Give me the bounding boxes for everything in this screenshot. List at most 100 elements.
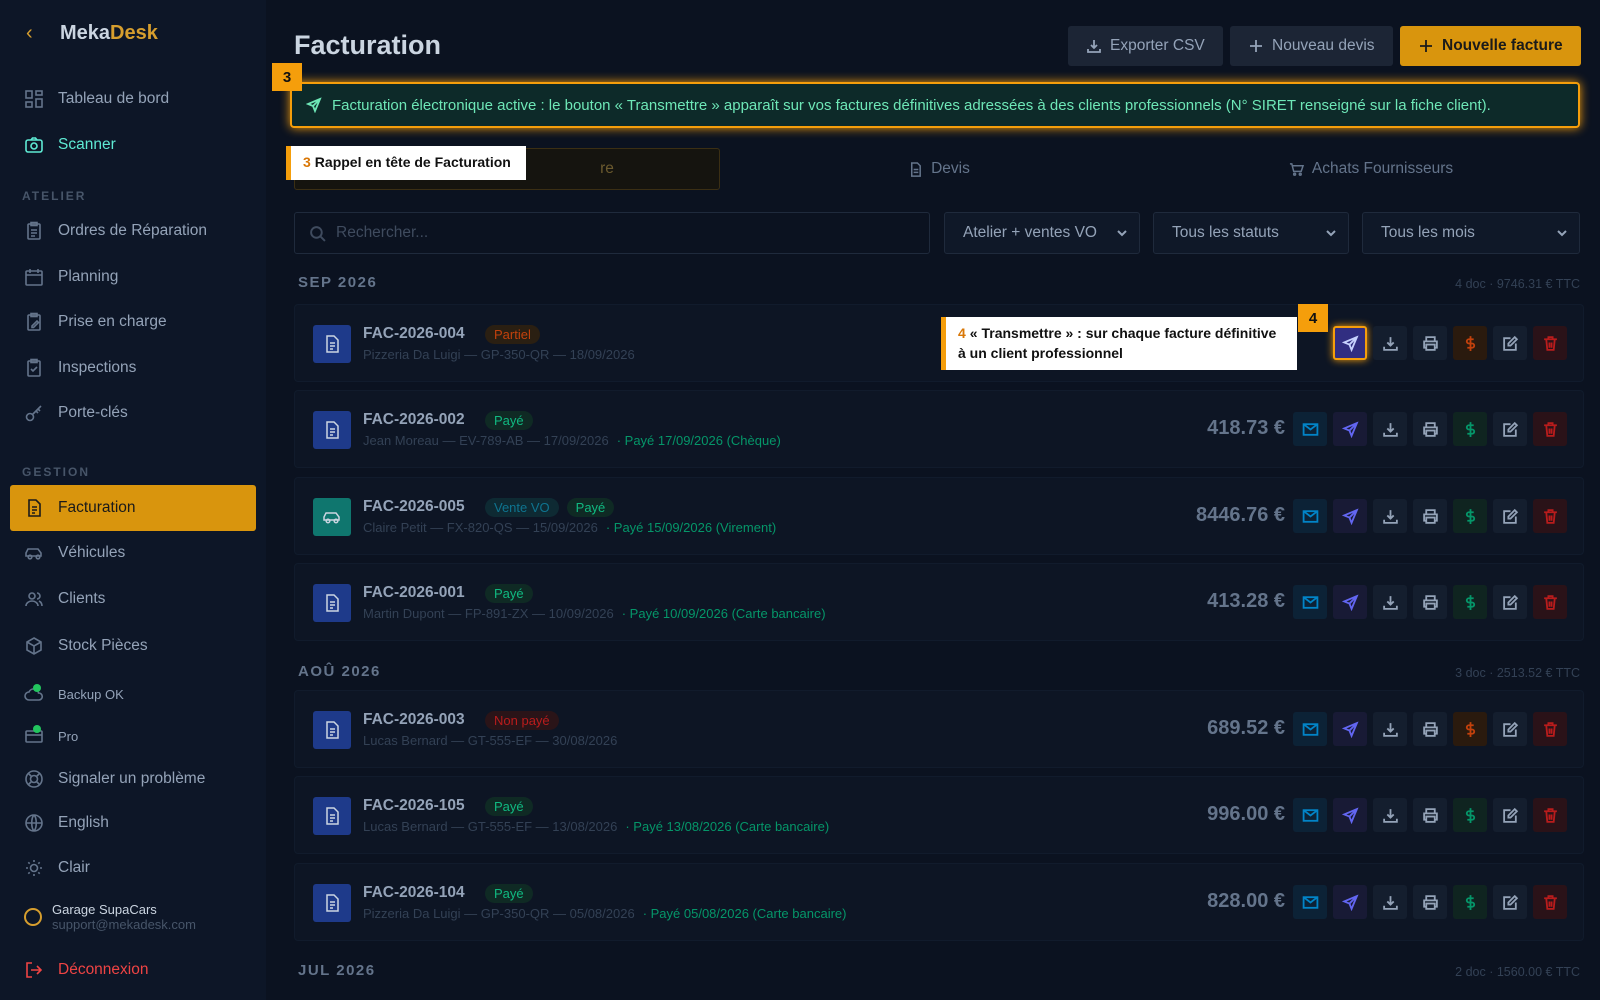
invoice-row[interactable]: FAC-2026-104 Payé Pizzeria Da Luigi — GP… [294, 863, 1584, 941]
email-button[interactable] [1293, 412, 1327, 446]
payment-button[interactable] [1453, 326, 1487, 360]
delete-button[interactable] [1533, 585, 1567, 619]
payment-button[interactable] [1453, 885, 1487, 919]
dollar-icon [1465, 421, 1475, 437]
delete-button[interactable] [1533, 412, 1567, 446]
edit-button[interactable] [1493, 499, 1527, 533]
invoice-number: FAC-2026-105 [363, 797, 465, 814]
email-button[interactable] [1293, 499, 1327, 533]
download-button[interactable] [1373, 885, 1407, 919]
invoice-icon [313, 584, 351, 622]
email-button[interactable] [1293, 585, 1327, 619]
download-button[interactable] [1373, 585, 1407, 619]
theme-toggle[interactable]: Clair [10, 846, 256, 890]
type-badge: Vente VO [485, 498, 559, 517]
backup-status[interactable]: Backup OK [10, 672, 256, 716]
report-problem-button[interactable]: Signaler un problème [10, 757, 256, 801]
invoice-row[interactable]: FAC-2026-105 Payé Lucas Bernard — GT-555… [294, 776, 1584, 854]
export-csv-button[interactable]: Exporter CSV [1068, 26, 1223, 66]
edit-button[interactable] [1493, 712, 1527, 746]
language-toggle[interactable]: English [10, 801, 256, 845]
print-button[interactable] [1413, 712, 1447, 746]
status-filter-select[interactable]: Tous les statuts [1153, 212, 1349, 254]
payment-button[interactable] [1453, 412, 1487, 446]
transmit-button[interactable] [1333, 499, 1367, 533]
download-button[interactable] [1373, 712, 1407, 746]
email-button[interactable] [1293, 712, 1327, 746]
car-icon [25, 548, 42, 560]
sidebar-item-keys[interactable]: Porte-clés [10, 391, 256, 435]
edit-button[interactable] [1493, 585, 1527, 619]
transmit-button[interactable] [1333, 585, 1367, 619]
print-button[interactable] [1413, 585, 1447, 619]
transmit-button[interactable] [1333, 798, 1367, 832]
user-profile[interactable]: Garage SupaCars support@mekadesk.com [24, 902, 196, 932]
transmit-button[interactable] [1333, 326, 1367, 360]
send-icon [1341, 334, 1359, 352]
invoice-row[interactable]: FAC-2026-001 Payé Martin Dupont — FP-891… [294, 563, 1584, 641]
invoice-row[interactable]: FAC-2026-003 Non payé Lucas Bernard — GT… [294, 690, 1584, 768]
transmit-button[interactable] [1333, 412, 1367, 446]
transmit-button[interactable] [1333, 712, 1367, 746]
sidebar-item-label: Scanner [58, 136, 116, 153]
box-icon [26, 637, 42, 655]
sidebar-item-dashboard[interactable]: Tableau de bord [10, 77, 256, 121]
sun-icon [26, 860, 42, 876]
print-button[interactable] [1413, 885, 1447, 919]
download-button[interactable] [1373, 499, 1407, 533]
email-button[interactable] [1293, 798, 1327, 832]
print-button[interactable] [1413, 326, 1447, 360]
sidebar-item-vehicles[interactable]: Véhicules [10, 531, 256, 575]
sidebar-item-repair-orders[interactable]: Ordres de Réparation [10, 209, 256, 253]
edit-button[interactable] [1493, 412, 1527, 446]
invoice-row[interactable]: FAC-2026-004 Partiel Pizzeria Da Luigi —… [294, 304, 1584, 382]
invoice-details: Pizzeria Da Luigi — GP-350-QR — 05/08/20… [363, 906, 847, 921]
tab-supplier-purchases[interactable]: Achats Fournisseurs [1158, 148, 1584, 190]
month-filter-select[interactable]: Tous les mois [1362, 212, 1580, 254]
plan-status[interactable]: Pro [10, 714, 256, 758]
logout-button[interactable]: Déconnexion [10, 949, 256, 991]
delete-button[interactable] [1533, 712, 1567, 746]
edit-button[interactable] [1493, 326, 1527, 360]
type-filter-select[interactable]: Atelier + ventes VO [944, 212, 1140, 254]
sidebar-item-stock[interactable]: Stock Pièces [10, 624, 256, 668]
payment-button[interactable] [1453, 798, 1487, 832]
section-title-gestion: GESTION [22, 465, 91, 479]
print-button[interactable] [1413, 499, 1447, 533]
new-quote-button[interactable]: Nouveau devis [1230, 26, 1393, 66]
delete-button[interactable] [1533, 326, 1567, 360]
invoice-number: FAC-2026-003 [363, 711, 465, 728]
invoice-row[interactable]: FAC-2026-002 Payé Jean Moreau — EV-789-A… [294, 390, 1584, 468]
download-button[interactable] [1373, 412, 1407, 446]
tab-label: Achats Fournisseurs [1311, 160, 1454, 177]
payment-button[interactable] [1453, 499, 1487, 533]
dollar-icon [1465, 335, 1475, 351]
download-button[interactable] [1373, 798, 1407, 832]
transmit-button[interactable] [1333, 885, 1367, 919]
print-button[interactable] [1413, 798, 1447, 832]
print-button[interactable] [1413, 412, 1447, 446]
delete-button[interactable] [1533, 798, 1567, 832]
status-badge: Payé [485, 884, 533, 903]
sidebar-item-invoicing[interactable]: Facturation [10, 485, 256, 531]
sidebar-item-clients[interactable]: Clients [10, 577, 256, 621]
sidebar-item-scanner[interactable]: Scanner [10, 123, 256, 167]
payment-button[interactable] [1453, 585, 1487, 619]
edit-button[interactable] [1493, 798, 1527, 832]
sidebar-item-label: Porte-clés [58, 404, 128, 421]
tab-quotes[interactable]: Devis [726, 148, 1152, 190]
sidebar-item-intake[interactable]: Prise en charge [10, 300, 256, 344]
email-button[interactable] [1293, 885, 1327, 919]
new-invoice-button[interactable]: Nouvelle facture [1400, 26, 1581, 66]
chevron-left-icon[interactable]: ‹ [26, 22, 38, 45]
search-input[interactable]: Rechercher... [294, 212, 930, 254]
delete-button[interactable] [1533, 499, 1567, 533]
sidebar-item-planning[interactable]: Planning [10, 255, 256, 299]
invoice-row[interactable]: FAC-2026-005 Vente VO Payé Claire Petit —… [294, 477, 1584, 555]
payment-button[interactable] [1453, 712, 1487, 746]
edit-button[interactable] [1493, 885, 1527, 919]
download-button[interactable] [1373, 326, 1407, 360]
delete-button[interactable] [1533, 885, 1567, 919]
sidebar-item-inspections[interactable]: Inspections [10, 346, 256, 390]
status-filter-value: Tous les statuts [1172, 224, 1279, 241]
